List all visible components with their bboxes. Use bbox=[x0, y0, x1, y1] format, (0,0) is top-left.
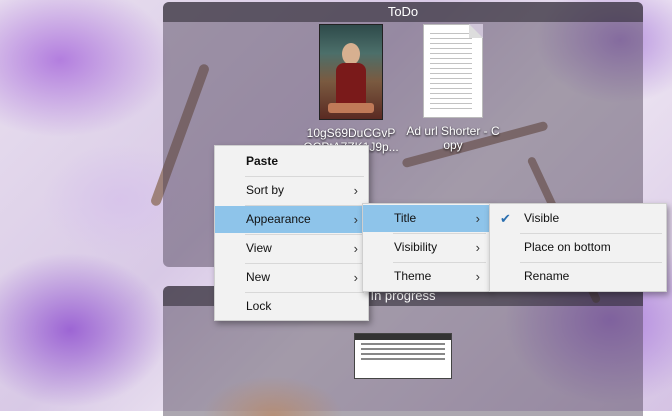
menu-item-label: Title bbox=[394, 211, 417, 225]
image-thumbnail-icon bbox=[319, 24, 383, 120]
menu-item-new[interactable]: New › bbox=[215, 264, 368, 291]
chevron-right-icon: › bbox=[353, 212, 358, 227]
chevron-right-icon: › bbox=[475, 211, 480, 226]
file-item-poster[interactable]: 10gS69DuCGvP OCPtA7ZK1J9p... bbox=[301, 24, 401, 154]
menu-item-label: Paste bbox=[246, 154, 279, 168]
chevron-right-icon: › bbox=[353, 241, 358, 256]
menu-item-lock[interactable]: Lock bbox=[215, 293, 368, 320]
chevron-right-icon: › bbox=[475, 240, 480, 255]
menu-item-appearance[interactable]: Appearance › bbox=[215, 206, 368, 233]
menu-item-label: View bbox=[246, 241, 272, 255]
appearance-submenu: Title › Visibility › Theme › bbox=[362, 203, 491, 292]
menu-item-place-on-bottom[interactable]: Place on bottom bbox=[490, 234, 666, 261]
fence-title[interactable]: ToDo bbox=[163, 2, 643, 22]
checkmark-icon: ✔ bbox=[500, 211, 511, 226]
menu-item-label: Sort by bbox=[246, 183, 285, 197]
menu-item-visible[interactable]: ✔ Visible bbox=[490, 205, 666, 232]
file-item-document[interactable]: Ad url Shorter - Copy bbox=[403, 24, 503, 152]
file-label: Ad url Shorter - Copy bbox=[406, 124, 500, 152]
menu-item-label: Place on bottom bbox=[524, 240, 611, 254]
menu-item-label: Lock bbox=[246, 299, 272, 313]
menu-item-theme[interactable]: Theme › bbox=[363, 263, 490, 290]
text-document-icon bbox=[423, 24, 483, 118]
menu-item-title[interactable]: Title › bbox=[363, 205, 490, 232]
chevron-right-icon: › bbox=[475, 269, 480, 284]
menu-item-label: Appearance bbox=[246, 212, 311, 226]
menu-item-sort-by[interactable]: Sort by › bbox=[215, 177, 368, 204]
title-submenu: ✔ Visible Place on bottom Rename bbox=[489, 203, 667, 292]
menu-item-label: Rename bbox=[524, 269, 570, 283]
screenshot-thumbnail-icon[interactable] bbox=[354, 333, 452, 379]
menu-item-label: Theme bbox=[394, 269, 432, 283]
chevron-right-icon: › bbox=[353, 183, 358, 198]
menu-item-paste[interactable]: Paste bbox=[215, 148, 368, 175]
menu-item-visibility[interactable]: Visibility › bbox=[363, 234, 490, 261]
menu-item-view[interactable]: View › bbox=[215, 235, 368, 262]
chevron-right-icon: › bbox=[353, 270, 358, 285]
menu-item-label: New bbox=[246, 270, 271, 284]
context-menu: Paste Sort by › Appearance › View › New … bbox=[214, 145, 369, 321]
menu-item-label: Visible bbox=[524, 211, 560, 225]
wallpaper-figure bbox=[193, 356, 363, 416]
menu-item-rename[interactable]: Rename bbox=[490, 263, 666, 290]
menu-item-label: Visibility bbox=[394, 240, 438, 254]
